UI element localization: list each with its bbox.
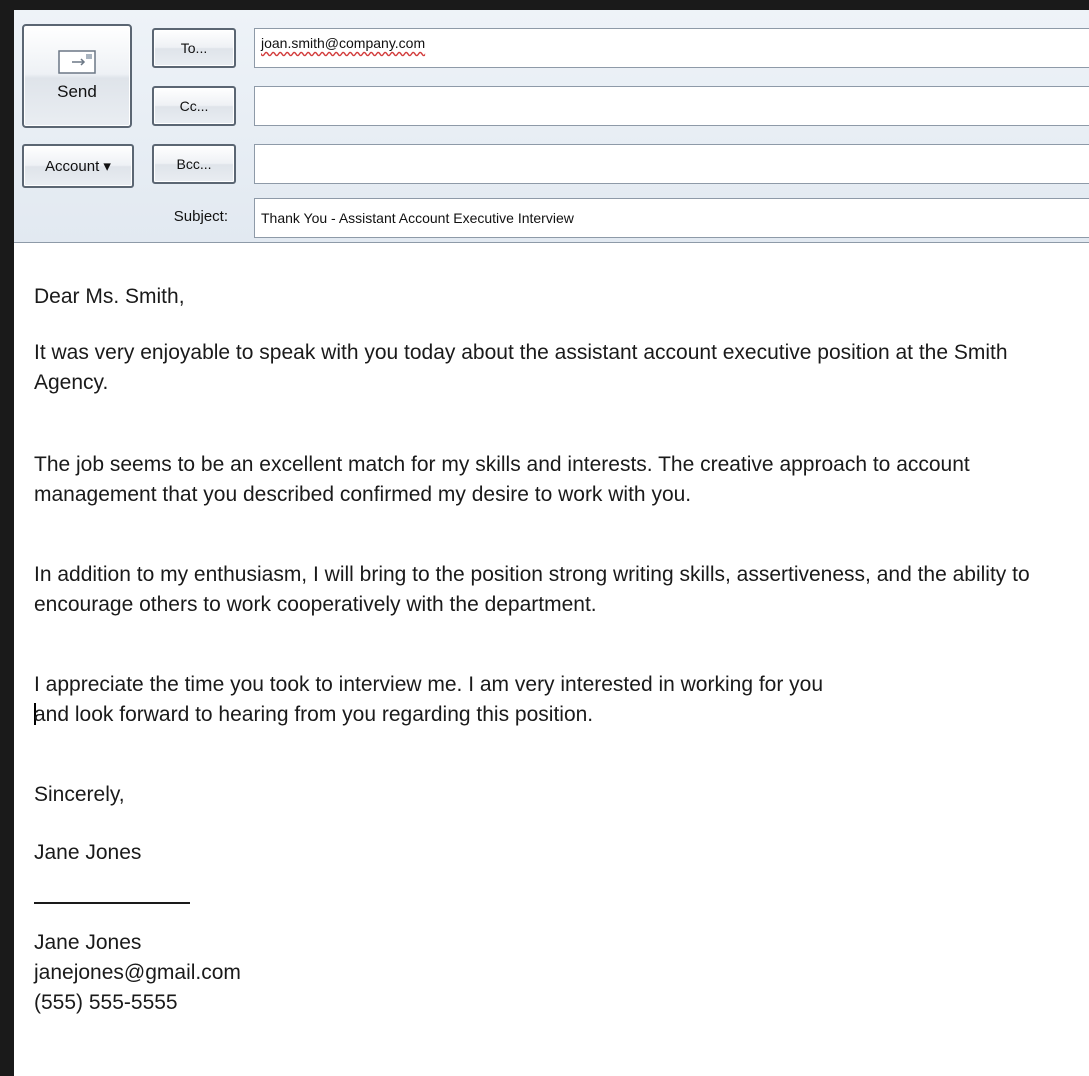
cc-button[interactable]: Cc... bbox=[152, 86, 236, 126]
email-compose-window: Send Account ▾ To... Cc... Bcc... joan.s… bbox=[0, 0, 1089, 1076]
contact-name: Jane Jones bbox=[34, 931, 142, 954]
signature-line bbox=[34, 902, 190, 904]
envelope-icon bbox=[58, 50, 96, 74]
paragraph-3: In addition to my enthusiasm, I will bri… bbox=[34, 563, 1030, 616]
paragraph-1: It was very enjoyable to speak with you … bbox=[34, 341, 1008, 394]
closing: Sincerely, bbox=[34, 783, 125, 806]
send-button[interactable]: Send bbox=[22, 24, 132, 128]
subject-field[interactable]: Thank You - Assistant Account Executive … bbox=[254, 198, 1089, 238]
to-button-label: To... bbox=[180, 40, 208, 56]
paragraph-4: I appreciate the time you took to interv… bbox=[34, 670, 1074, 730]
contact-email: janejones@gmail.com bbox=[34, 961, 241, 984]
cc-field[interactable] bbox=[254, 86, 1089, 126]
cc-button-label: Cc... bbox=[179, 98, 209, 114]
contact-phone: (555) 555-5555 bbox=[34, 991, 178, 1014]
to-field-value: joan.smith@company.com bbox=[261, 35, 426, 51]
send-button-label: Send bbox=[57, 82, 97, 101]
subject-field-value: Thank You - Assistant Account Executive … bbox=[261, 210, 574, 226]
bcc-button-label: Bcc... bbox=[176, 156, 212, 172]
greeting: Dear Ms. Smith, bbox=[34, 285, 185, 308]
signature-name: Jane Jones bbox=[34, 841, 142, 864]
compose-header: Send Account ▾ To... Cc... Bcc... joan.s… bbox=[14, 10, 1089, 243]
paragraph-4-line-2: and look forward to hearing from you reg… bbox=[34, 703, 594, 726]
account-button-label: Account ▾ bbox=[45, 158, 111, 175]
bcc-button[interactable]: Bcc... bbox=[152, 144, 236, 184]
paragraph-4-line-1: I appreciate the time you took to interv… bbox=[34, 673, 824, 696]
paragraph-2: The job seems to be an excellent match f… bbox=[34, 453, 970, 506]
to-button[interactable]: To... bbox=[152, 28, 236, 68]
contact-block: Jane Jones janejones@gmail.com (555) 555… bbox=[34, 928, 1074, 1018]
to-field[interactable]: joan.smith@company.com bbox=[254, 28, 1089, 68]
subject-label: Subject: bbox=[173, 208, 228, 225]
bcc-field[interactable] bbox=[254, 144, 1089, 184]
account-dropdown-button[interactable]: Account ▾ bbox=[22, 144, 134, 188]
